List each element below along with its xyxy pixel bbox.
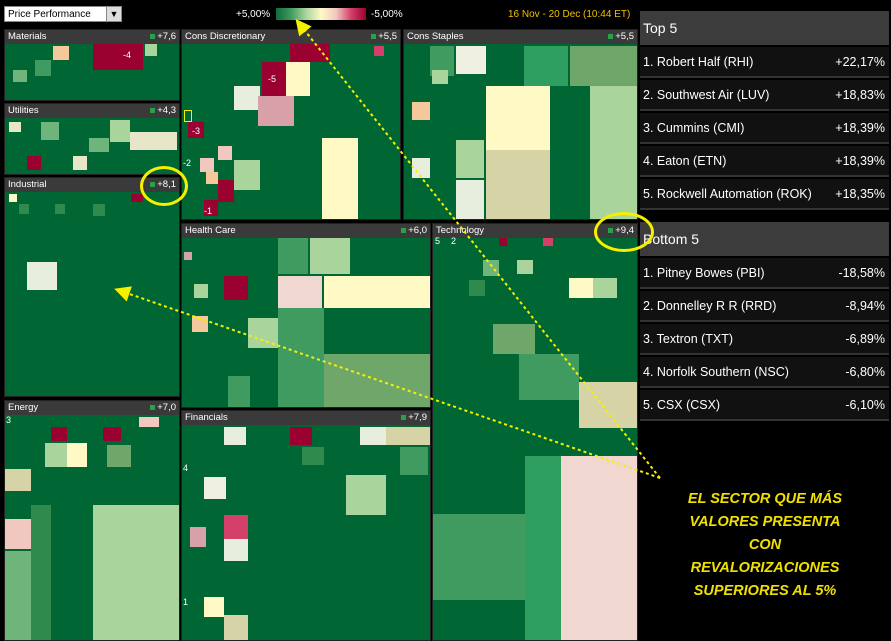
annotation-callout: EL SECTOR QUE MÁS VALORES PRESENTA CON R… [660, 488, 870, 603]
callout-line: REVALORIZACIONES [690, 560, 840, 576]
callout-line: CON [748, 537, 782, 553]
callout-line: EL SECTOR QUE MÁS [687, 491, 843, 507]
callout-line: VALORES PRESENTA [689, 514, 841, 530]
callout-line: SUPERIORES AL 5% [693, 583, 837, 599]
